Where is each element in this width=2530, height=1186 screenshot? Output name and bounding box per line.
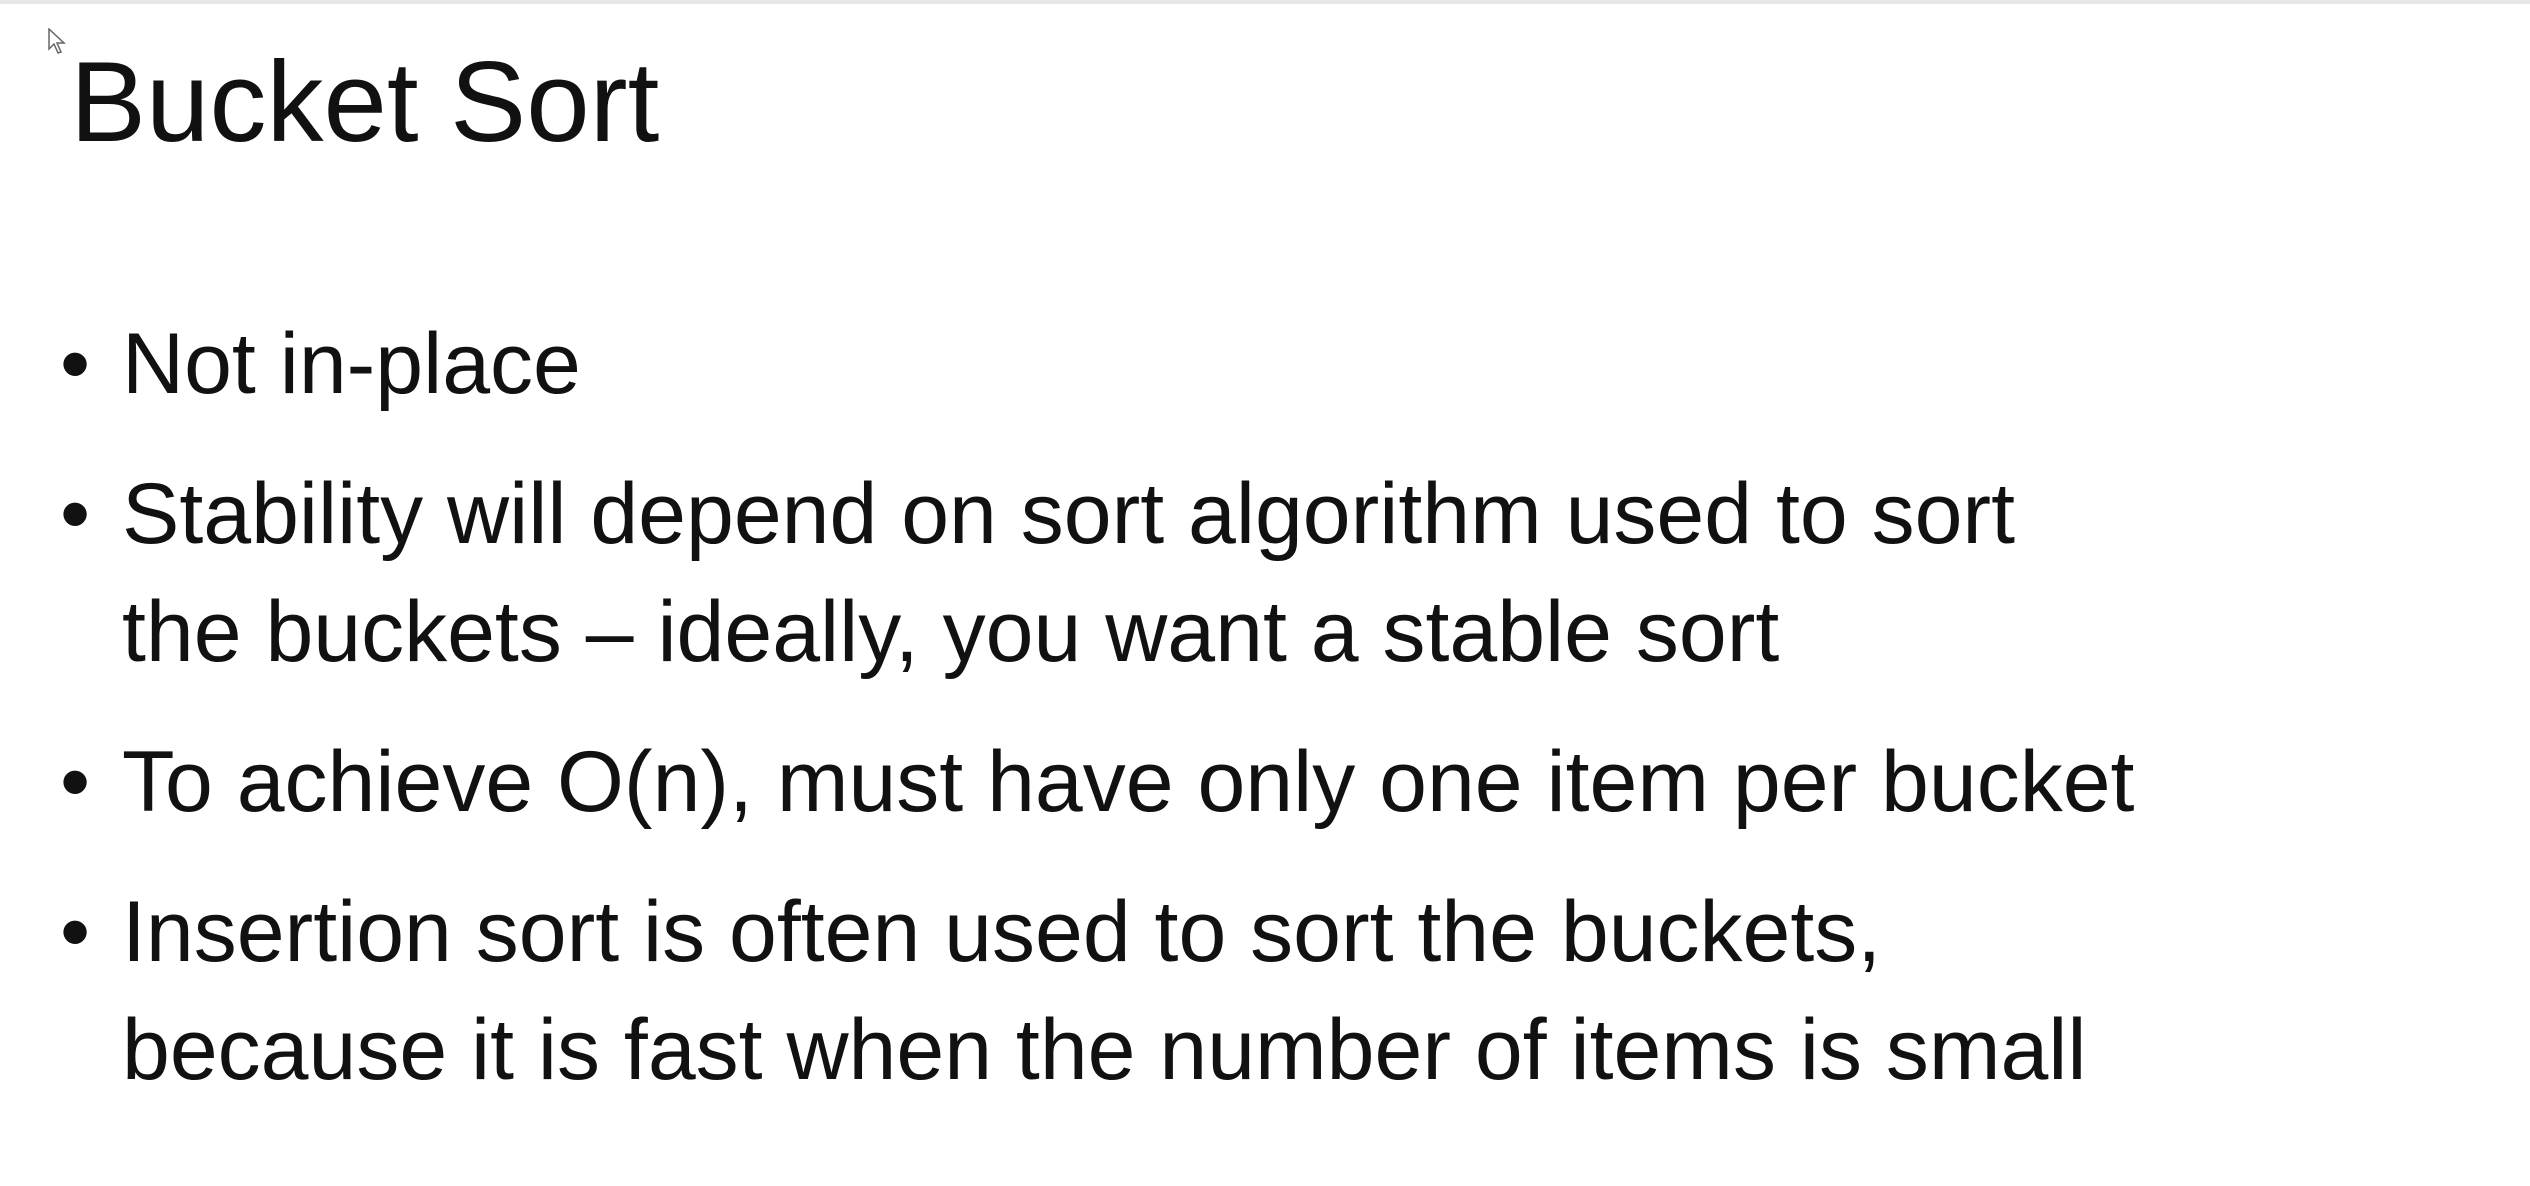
bullet-text: Stability will depend on sort algorithm …: [122, 466, 2015, 680]
bullet-text: Not in-place: [122, 316, 581, 412]
window-top-edge: [0, 0, 2530, 4]
bullet-dot: •: [60, 734, 91, 830]
bullet-item: • Insertion sort is often used to sort t…: [60, 873, 2500, 1109]
bullet-item: • Stability will depend on sort algorith…: [60, 455, 2500, 691]
bullet-dot: •: [60, 316, 91, 412]
slide-title: Bucket Sort: [70, 39, 660, 166]
bullet-dot: •: [60, 466, 91, 562]
bullet-text: Insertion sort is often used to sort the…: [122, 884, 2087, 1098]
bullet-text: To achieve O(n), must have only one item…: [122, 734, 2135, 830]
bullet-item: • To achieve O(n), must have only one it…: [60, 723, 2500, 841]
bullet-dot: •: [60, 884, 91, 980]
bullet-list: • Not in-place • Stability will depend o…: [60, 305, 2500, 1141]
mouse-pointer-icon: [48, 28, 66, 54]
slide: Bucket Sort • Not in-place • Stability w…: [0, 0, 2530, 1186]
bullet-item: • Not in-place: [60, 305, 2500, 423]
